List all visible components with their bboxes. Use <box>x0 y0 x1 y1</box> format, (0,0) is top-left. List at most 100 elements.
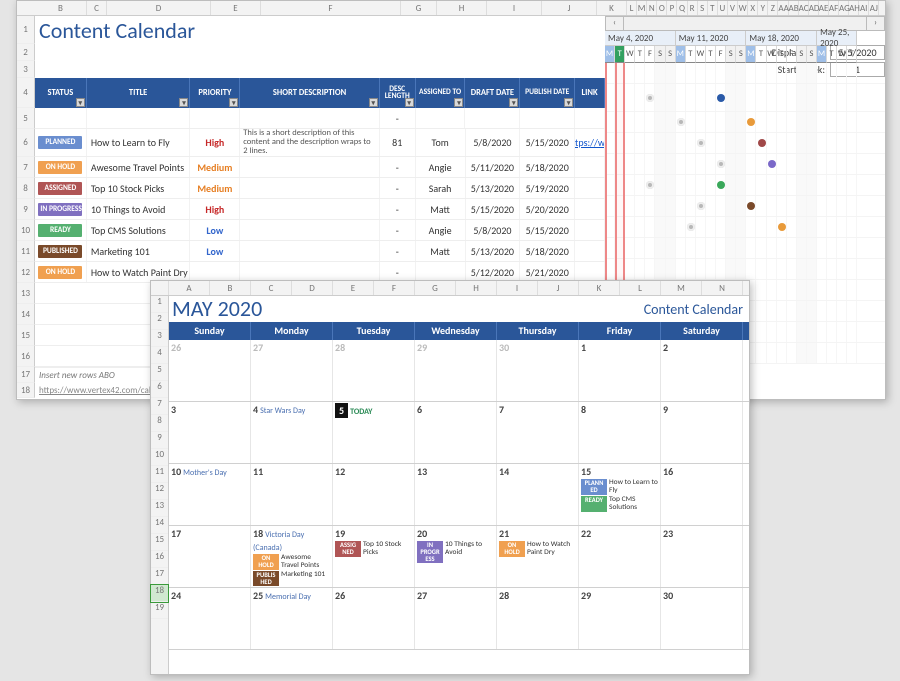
filter-icon[interactable]: ▾ <box>454 98 463 107</box>
publish-date-cell[interactable]: 5/20/2020 <box>520 199 575 219</box>
header-link[interactable]: LINK <box>575 78 605 108</box>
row-number[interactable]: 3 <box>17 61 35 78</box>
calendar-event[interactable]: ON HOLDAwesome Travel Points <box>253 554 330 570</box>
row-number[interactable]: 10 <box>151 449 168 466</box>
row-number[interactable]: 10 <box>17 220 35 241</box>
calendar-day[interactable]: 29 <box>579 588 661 649</box>
calendar-day[interactable]: 17 <box>169 526 251 587</box>
header-title[interactable]: TITLE▾ <box>87 78 191 108</box>
draft-marker[interactable] <box>697 139 705 147</box>
desc-length-cell[interactable]: - <box>380 199 416 219</box>
scroll-left-icon[interactable]: ‹ <box>606 17 624 30</box>
row-number[interactable]: 16 <box>17 346 35 367</box>
content-title[interactable]: How to Learn to Fly <box>87 129 191 156</box>
calendar-day[interactable]: 3 <box>169 402 251 463</box>
assigned-cell[interactable]: Matt <box>416 199 466 219</box>
calendar-day[interactable]: 18Victoria Day (Canada)ON HOLDAwesome Tr… <box>251 526 333 587</box>
draft-date-cell[interactable]: 5/11/2020 <box>466 157 521 177</box>
link-cell[interactable] <box>575 220 605 240</box>
content-title[interactable]: Awesome Travel Points <box>87 157 191 177</box>
row-number[interactable]: 1 <box>151 296 168 313</box>
table-row[interactable]: ON HOLDAwesome Travel PointsMedium-Angie… <box>35 157 605 178</box>
row-number[interactable]: 17 <box>151 568 168 585</box>
calendar-day[interactable]: 12 <box>333 464 415 525</box>
calendar-day[interactable]: 28 <box>497 588 579 649</box>
row-number[interactable]: 9 <box>17 199 35 220</box>
row-number[interactable]: 18 <box>151 585 168 602</box>
assigned-cell[interactable]: Tom <box>416 129 466 156</box>
draft-marker[interactable] <box>717 160 725 168</box>
draft-marker[interactable] <box>697 202 705 210</box>
description-cell[interactable] <box>240 262 380 282</box>
description-cell[interactable]: This is a short description of this cont… <box>240 129 380 156</box>
row-number[interactable]: 13 <box>17 283 35 304</box>
calendar-day[interactable]: 11 <box>251 464 333 525</box>
row-number[interactable]: 17 <box>17 367 35 383</box>
calendar-day[interactable]: 23 <box>661 526 743 587</box>
link-cell[interactable] <box>575 157 605 177</box>
row-number[interactable]: 6 <box>17 129 35 157</box>
draft-date-cell[interactable]: 5/15/2020 <box>466 199 521 219</box>
content-link[interactable]: https://ww <box>575 136 605 149</box>
filter-icon[interactable]: ▾ <box>179 98 188 107</box>
row-number[interactable]: 14 <box>17 304 35 325</box>
header-draft-date[interactable]: DRAFT DATE▾ <box>465 78 520 108</box>
row-number[interactable]: 9 <box>151 432 168 449</box>
table-row[interactable]: IN PROGRESS10 Things to AvoidHigh-Matt5/… <box>35 199 605 220</box>
publish-marker[interactable] <box>758 139 766 147</box>
link-cell[interactable] <box>575 241 605 261</box>
desc-length-cell[interactable]: - <box>380 262 416 282</box>
priority-cell[interactable]: Medium <box>190 157 240 177</box>
description-cell[interactable] <box>240 157 380 177</box>
filter-icon[interactable]: ▾ <box>76 98 85 107</box>
link-cell[interactable]: https://ww <box>575 129 605 156</box>
publish-marker[interactable] <box>747 118 755 126</box>
calendar-event[interactable]: PUBLIS HEDMarketing 101 <box>253 571 330 587</box>
publish-date-cell[interactable]: 5/19/2020 <box>520 178 575 198</box>
publish-marker[interactable] <box>778 223 786 231</box>
content-title[interactable]: How to Watch Paint Dry <box>87 262 191 282</box>
desc-length-cell[interactable]: 81 <box>380 129 416 156</box>
row-number[interactable]: 15 <box>17 325 35 346</box>
publish-marker[interactable] <box>747 202 755 210</box>
row-number[interactable]: 12 <box>151 483 168 500</box>
assigned-cell[interactable]: Sarah <box>416 178 466 198</box>
calendar-day[interactable]: 28 <box>333 340 415 401</box>
calendar-day[interactable]: 10Mother's Day <box>169 464 251 525</box>
row-number[interactable]: 2 <box>17 44 35 61</box>
calendar-day[interactable]: 20IN PROGR ESS10 Things to Avoid <box>415 526 497 587</box>
calendar-day[interactable]: 26 <box>333 588 415 649</box>
row-number[interactable]: 2 <box>151 313 168 330</box>
draft-marker[interactable] <box>646 94 654 102</box>
assigned-cell[interactable]: Matt <box>416 241 466 261</box>
calendar-day[interactable]: 8 <box>579 402 661 463</box>
calendar-day[interactable]: 1 <box>579 340 661 401</box>
publish-date-cell[interactable]: 5/15/2020 <box>520 220 575 240</box>
calendar-day[interactable]: 25Memorial Day <box>251 588 333 649</box>
calendar-day[interactable]: 21ON HOLDHow to Watch Paint Dry <box>497 526 579 587</box>
publish-marker[interactable] <box>768 160 776 168</box>
publish-date-cell[interactable]: 5/15/2020 <box>520 129 575 156</box>
row-number[interactable]: 16 <box>151 551 168 568</box>
row-number[interactable]: 4 <box>17 78 35 108</box>
link-cell[interactable] <box>575 199 605 219</box>
table-row[interactable]: PUBLISHEDMarketing 101Low-Matt5/13/20205… <box>35 241 605 262</box>
draft-date-cell[interactable]: 5/12/2020 <box>466 262 521 282</box>
desc-length-cell[interactable]: - <box>380 241 416 261</box>
filter-icon[interactable]: ▾ <box>509 98 518 107</box>
publish-date-cell[interactable]: 5/21/2020 <box>520 262 575 282</box>
calendar-day[interactable]: 29 <box>415 340 497 401</box>
calendar-day[interactable]: 13 <box>415 464 497 525</box>
draft-marker[interactable] <box>646 181 654 189</box>
header-publish-date[interactable]: PUBLISH DATE▾ <box>520 78 575 108</box>
header-status[interactable]: STATUS▾ <box>35 78 87 108</box>
draft-marker[interactable] <box>677 118 685 126</box>
draft-date-cell[interactable]: 5/8/2020 <box>466 220 521 240</box>
link-cell[interactable] <box>575 178 605 198</box>
calendar-day[interactable]: 27 <box>251 340 333 401</box>
publish-marker[interactable] <box>717 94 725 102</box>
calendar-day[interactable]: 6 <box>415 402 497 463</box>
priority-cell[interactable]: High <box>190 199 240 219</box>
table-row[interactable]: PLANNEDHow to Learn to FlyHighThis is a … <box>35 129 605 157</box>
header-desc-length[interactable]: DESC LENGTH▾ <box>380 78 416 108</box>
